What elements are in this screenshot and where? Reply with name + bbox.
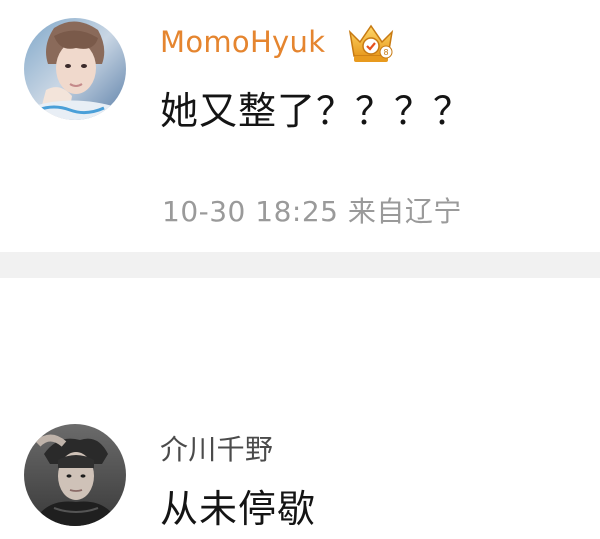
svg-text:8: 8: [383, 48, 388, 57]
divider: [0, 252, 600, 278]
username[interactable]: 介川千野: [160, 428, 273, 468]
username[interactable]: MomoHyuk: [160, 25, 325, 59]
comment-text: 她又整了？？？？: [160, 89, 473, 133]
avatar-image: [24, 424, 126, 526]
avatar[interactable]: [24, 18, 126, 120]
avatar-image: [24, 18, 126, 120]
avatar[interactable]: [24, 424, 126, 526]
comment-text: 从未停歇: [160, 487, 317, 531]
comment-meta: 10-30 18:25 来自辽宁: [162, 190, 462, 230]
timestamp: 10-30 18:25: [162, 195, 339, 228]
comment-item: 介川千野 从未停歇: [0, 278, 600, 539]
location: 来自辽宁: [347, 195, 462, 228]
comment-item: MomoHyuk 8 她又整了？？？？ 10-30 18:25 来自辽宁: [0, 0, 600, 252]
vip-crown-badge-icon[interactable]: 8: [346, 22, 396, 66]
comment-feed: MomoHyuk 8 她又整了？？？？ 10-30 18:25 来自辽宁 介川千…: [0, 0, 600, 539]
